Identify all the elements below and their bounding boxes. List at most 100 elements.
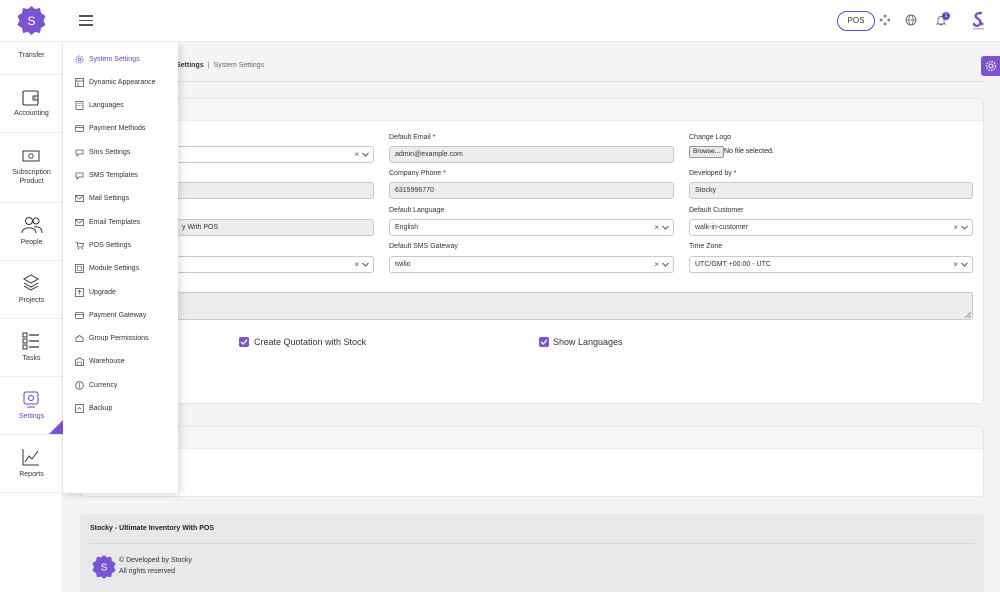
user-avatar[interactable] (970, 11, 987, 31)
default-customer-select[interactable]: walk-in-customer × (689, 219, 973, 236)
notification-count-badge: 1 (942, 12, 950, 20)
clear-icon[interactable]: × (354, 257, 359, 272)
customizer-toggle-button[interactable] (981, 56, 1000, 76)
default-customer-label: Default Customer (689, 207, 744, 214)
page-footer: Stocky - Ultimate Inventory With POS S ©… (80, 514, 984, 592)
top-navbar: S POS 1 (0, 0, 1000, 42)
clear-icon[interactable]: × (953, 220, 958, 235)
submenu-item-upgrade[interactable]: Upgrade (75, 285, 116, 299)
submenu-item-label: SMS Templates (89, 172, 138, 179)
sidebar-item-tasks[interactable]: Tasks (0, 319, 63, 377)
resize-grip-icon[interactable] (965, 312, 971, 318)
sidebar-item-projects[interactable]: Projects (0, 261, 63, 319)
create-quotation-label[interactable]: Create Quotation with Stock (254, 337, 366, 347)
submenu-item-dynamic-appearance[interactable]: Dynamic Appearance (75, 75, 156, 89)
sidebar-item-people[interactable]: People (0, 203, 63, 261)
time-zone-select[interactable]: UTC/GMT +00:00 - UTC × (689, 256, 973, 273)
footer-developed-by: © Developed by Stocky (119, 557, 192, 564)
left-select-2[interactable]: × (176, 256, 374, 273)
app-logo[interactable]: S (17, 6, 46, 35)
chevron-down-icon (662, 225, 669, 230)
chat-icon (75, 149, 84, 157)
check-icon (540, 339, 548, 345)
submenu-item-system-settings[interactable]: System Settings (75, 52, 140, 66)
default-language-select[interactable]: English × (389, 219, 674, 236)
submenu-item-languages[interactable]: Languages (75, 99, 124, 113)
sidebar-item-label: People (20, 239, 43, 246)
submenu-item-label: Mail Settings (89, 195, 130, 203)
submenu-item-label: System Settings (89, 55, 140, 63)
sidebar-item-reports[interactable]: Reports (0, 435, 63, 493)
default-customer-value: walk-in-customer (695, 224, 748, 231)
clear-icon[interactable]: × (354, 147, 359, 162)
hamburger-menu-icon[interactable] (79, 15, 93, 26)
show-languages-label[interactable]: Show Languages (553, 337, 623, 347)
show-languages-checkbox[interactable] (539, 337, 549, 347)
sidebar-item-label: Accounting (14, 110, 49, 117)
create-quotation-checkbox[interactable] (239, 337, 249, 347)
sidebar-item-label: Reports (19, 471, 44, 478)
submenu-item-payment-methods[interactable]: Payment Methods (75, 122, 145, 136)
fullscreen-icon[interactable] (879, 14, 891, 26)
submenu-item-module-settings[interactable]: Module Settings (75, 262, 139, 276)
footer-title: Stocky - Ultimate Inventory With POS (90, 525, 215, 532)
sidebar-item-label: Projects (18, 297, 45, 304)
clear-icon[interactable]: × (654, 257, 659, 272)
globe-icon[interactable] (905, 14, 917, 26)
submenu-item-pos-settings[interactable]: POS Settings (75, 238, 131, 252)
change-logo-label: Change Logo (689, 134, 732, 141)
time-zone-value: UTC/GMT +00:00 - UTC (695, 261, 771, 268)
submenu-item-label: Currency (89, 381, 118, 389)
clear-icon[interactable]: × (953, 257, 958, 272)
card-icon (75, 311, 84, 319)
left-input-2[interactable]: y With POS (176, 219, 374, 236)
default-email-input[interactable]: admin@example.com (389, 146, 674, 163)
backup-icon (75, 404, 84, 413)
sidebar-item-label: Transfer (18, 52, 45, 59)
left-select-1[interactable]: × (176, 146, 374, 163)
developed-by-input[interactable]: Stocky (689, 182, 973, 199)
currency-icon (75, 380, 84, 390)
sidebar-item-transfer[interactable]: Transfer (0, 34, 63, 75)
default-sms-gateway-select[interactable]: twilio × (389, 256, 674, 273)
submenu-item-label: Group Permissions (89, 335, 149, 343)
browse-file-button[interactable]: Browse... (689, 146, 725, 158)
default-language-label: Default Language (389, 207, 445, 214)
submenu-item-warehouse[interactable]: Warehouse (75, 355, 125, 369)
breadcrumb-current: System Settings (213, 62, 265, 69)
company-phone-input[interactable]: 6315996770 (389, 182, 674, 199)
submenu-item-currency[interactable]: Currency (75, 378, 117, 392)
default-sms-gateway-value: twilio (395, 261, 411, 268)
gear-icon (985, 60, 997, 72)
submenu-item-label: Module Settings (89, 265, 140, 273)
sidebar-item-settings[interactable]: Settings (0, 377, 63, 435)
submenu-item-mail-settings[interactable]: Mail Settings (75, 192, 129, 206)
group-icon (75, 335, 84, 342)
file-status-text: No file selected. (724, 148, 774, 155)
submenu-item-group-permissions[interactable]: Group Permissions (75, 332, 149, 346)
submenu-item-backup[interactable]: Backup (75, 402, 112, 416)
breadcrumb-separator: | (207, 62, 210, 69)
submenu-item-email-templates[interactable]: Email Templates (75, 215, 140, 229)
sidebar-item-subscription-product[interactable]: Subscription Product (0, 133, 63, 203)
system-settings-card (80, 98, 984, 404)
submenu-item-payment-gateway[interactable]: Payment Gateway (75, 308, 146, 322)
left-input-1[interactable] (176, 182, 374, 199)
money-icon (22, 150, 40, 162)
chat-icon (75, 172, 84, 180)
submenu-item-sms-settings[interactable]: Sms Settings (75, 145, 130, 159)
svg-text:S: S (101, 563, 108, 574)
footer-divider (90, 543, 974, 544)
submenu-item-label: Payment Gateway (89, 311, 147, 319)
active-indicator (49, 420, 63, 434)
chevron-down-icon (662, 262, 669, 267)
footer-text-area[interactable] (176, 292, 973, 320)
breadcrumb-first[interactable]: Settings (176, 62, 204, 69)
sidebar-item-accounting[interactable]: Accounting (0, 75, 63, 133)
clear-icon[interactable]: × (654, 220, 659, 235)
default-sms-gateway-label: Default SMS Gateway (389, 243, 458, 250)
company-phone-label: Company Phone * (389, 170, 446, 177)
submenu-item-sms-templates[interactable]: SMS Templates (75, 169, 138, 183)
card-header (81, 427, 983, 449)
pos-button[interactable]: POS (837, 11, 875, 31)
